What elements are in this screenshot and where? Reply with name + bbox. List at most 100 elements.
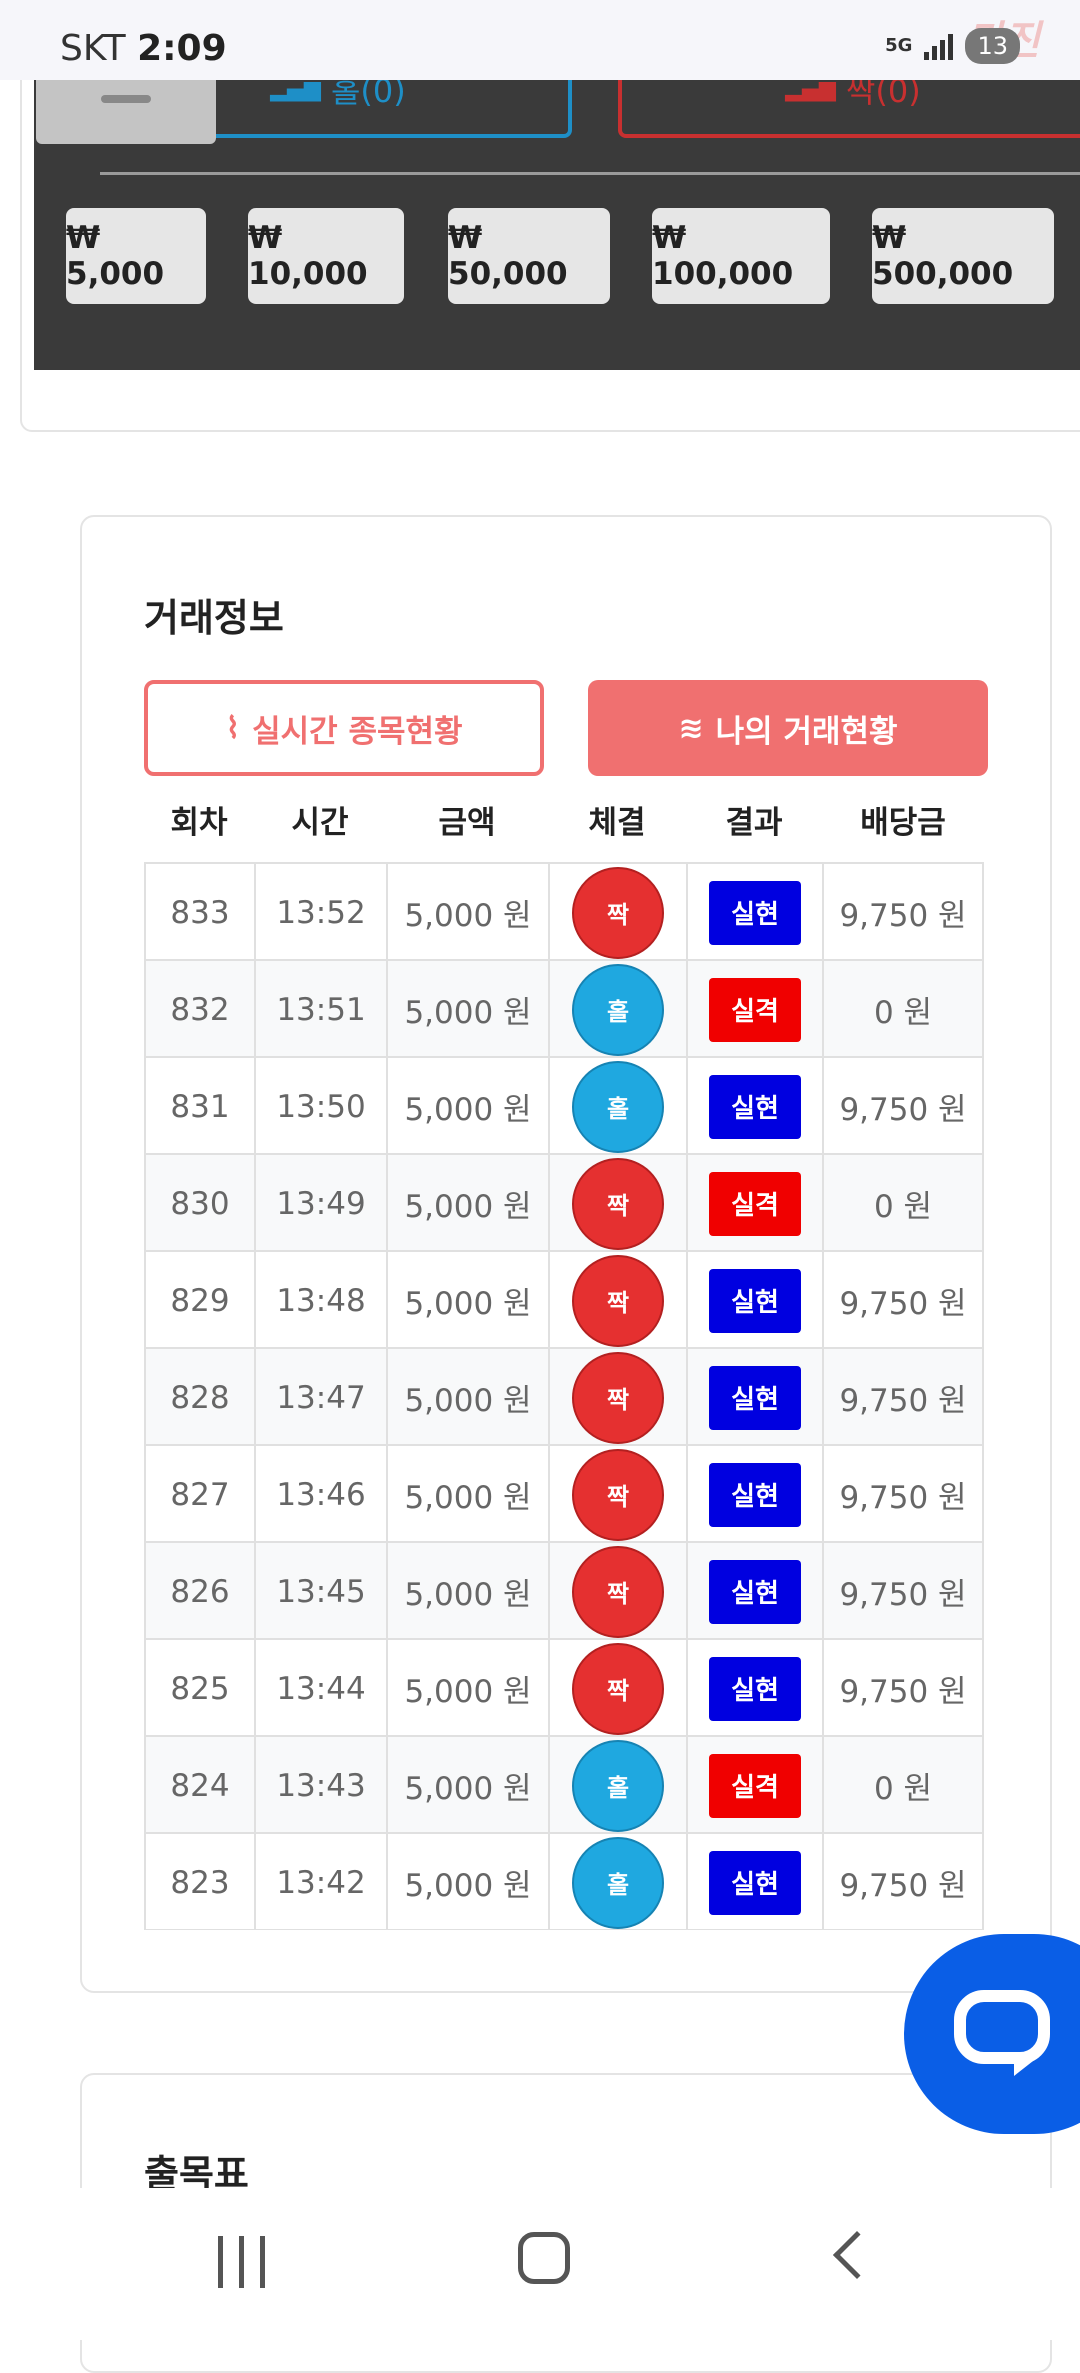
cell-text: 13:52 bbox=[276, 894, 366, 931]
cell-amount: 5,000 원 bbox=[386, 1640, 548, 1737]
column-header: 배당금 bbox=[860, 805, 946, 841]
cell-text: 5,000 원 bbox=[404, 995, 532, 1031]
cell-result: 실현 bbox=[686, 1446, 822, 1543]
cell-amount: 5,000 원 bbox=[386, 1446, 548, 1543]
result-badge: 실현 bbox=[709, 1462, 801, 1527]
cell-round: 832 bbox=[144, 961, 254, 1058]
cell-result: 실현 bbox=[686, 1640, 822, 1737]
result-badge: 실현 bbox=[709, 1850, 801, 1915]
cell-text: 5,000 원 bbox=[404, 1577, 532, 1613]
tab-mine-label: 나의 거래현황 bbox=[715, 713, 898, 750]
clock: 2:09 bbox=[137, 28, 227, 69]
cell-text: 13:48 bbox=[276, 1282, 366, 1319]
cell-text: 5,000 원 bbox=[404, 1383, 532, 1419]
result-badge: 실현 bbox=[709, 880, 801, 945]
cell-text: 827 bbox=[170, 1476, 230, 1513]
cell-text: 823 bbox=[170, 1864, 230, 1901]
cell-result: 실현 bbox=[686, 1349, 822, 1446]
recent-apps-button[interactable] bbox=[218, 2236, 265, 2288]
tab-my-trades[interactable]: ≋ 나의 거래현황 bbox=[588, 680, 988, 776]
cell-result: 실격 bbox=[686, 961, 822, 1058]
cell-text: 9,750 원 bbox=[839, 1868, 967, 1904]
cell-text: 830 bbox=[170, 1185, 230, 1222]
navigation-bar bbox=[0, 2188, 1080, 2340]
column-header: 회차 bbox=[170, 805, 228, 841]
cell-amount: 5,000 원 bbox=[386, 1834, 548, 1930]
cell-text: 0 원 bbox=[873, 1771, 933, 1807]
cell-round: 826 bbox=[144, 1543, 254, 1640]
pick-ball: 짝 bbox=[572, 1157, 664, 1250]
divider bbox=[100, 172, 1080, 175]
cell-text: 13:44 bbox=[276, 1670, 366, 1707]
back-button[interactable] bbox=[832, 2230, 882, 2280]
cell-pick: 홀 bbox=[548, 1737, 686, 1834]
status-icons: 5G 13 bbox=[885, 28, 1020, 64]
cell-text: 833 bbox=[170, 894, 230, 931]
amount-button-100000[interactable]: ₩ 100,000 bbox=[652, 208, 830, 304]
table-row: 833 13:52 5,000 원 짝 실현 9,750 원 bbox=[144, 862, 984, 961]
cell-result: 실격 bbox=[686, 1155, 822, 1252]
cell-text: 13:50 bbox=[276, 1088, 366, 1125]
cell-text: 5,000 원 bbox=[404, 1286, 532, 1322]
chat-icon bbox=[954, 1990, 1050, 2064]
cell-time: 13:49 bbox=[254, 1155, 386, 1252]
column-header: 체결 bbox=[588, 805, 646, 841]
amount-button-10000[interactable]: ₩ 10,000 bbox=[248, 208, 404, 304]
cell-amount: 5,000 원 bbox=[386, 961, 548, 1058]
cell-time: 13:46 bbox=[254, 1446, 386, 1543]
cell-text: 0 원 bbox=[873, 995, 933, 1031]
tab-live-status[interactable]: ⌇ 실시간 종목현황 bbox=[144, 680, 544, 776]
amount-button-50000[interactable]: ₩ 50,000 bbox=[448, 208, 610, 304]
battery-icon: 13 bbox=[965, 28, 1020, 64]
cell-text: 826 bbox=[170, 1573, 230, 1610]
tab-live-label: 실시간 종목현황 bbox=[252, 713, 463, 750]
table-row: 830 13:49 5,000 원 짝 실격 0 원 bbox=[144, 1153, 984, 1252]
cell-text: 13:51 bbox=[276, 991, 366, 1028]
table-header: 회차 시간 금액 체결 결과 배당금 bbox=[144, 797, 984, 857]
table-row: 823 13:42 5,000 원 홀 실현 9,750 원 bbox=[144, 1832, 984, 1930]
trade-table-body[interactable]: 833 13:52 5,000 원 짝 실현 9,750 원 832 13:51 5,000 원… bbox=[144, 862, 984, 1930]
result-badge: 실격 bbox=[709, 1753, 801, 1818]
cell-text: 13:43 bbox=[276, 1767, 366, 1804]
amount-button-500000[interactable]: ₩ 500,000 bbox=[872, 208, 1054, 304]
cell-text: 831 bbox=[170, 1088, 230, 1125]
cell-amount: 5,000 원 bbox=[386, 1155, 548, 1252]
cell-text: 9,750 원 bbox=[839, 1674, 967, 1710]
cell-text: 5,000 원 bbox=[404, 1092, 532, 1128]
pick-ball: 홀 bbox=[572, 1060, 664, 1153]
cell-pick: 짝 bbox=[548, 1155, 686, 1252]
table-row: 828 13:47 5,000 원 짝 실현 9,750 원 bbox=[144, 1347, 984, 1446]
cell-text: 5,000 원 bbox=[404, 1771, 532, 1807]
cell-result: 실현 bbox=[686, 1543, 822, 1640]
cell-text: 824 bbox=[170, 1767, 230, 1804]
cell-round: 833 bbox=[144, 864, 254, 961]
cell-time: 13:51 bbox=[254, 961, 386, 1058]
cell-pick: 짝 bbox=[548, 1446, 686, 1543]
cell-text: 9,750 원 bbox=[839, 898, 967, 934]
amount-button-5000[interactable]: ₩ 5,000 bbox=[66, 208, 206, 304]
table-row: 832 13:51 5,000 원 홀 실격 0 원 bbox=[144, 959, 984, 1058]
cell-pick: 짝 bbox=[548, 1640, 686, 1737]
cell-text: 13:42 bbox=[276, 1864, 366, 1901]
cell-payout: 0 원 bbox=[822, 961, 984, 1058]
signal-icon bbox=[924, 32, 954, 60]
section-title: 거래정보 bbox=[144, 596, 284, 640]
cell-payout: 9,750 원 bbox=[822, 1640, 984, 1737]
cell-pick: 홀 bbox=[548, 1058, 686, 1155]
home-button[interactable] bbox=[518, 2232, 570, 2284]
table-row: 짝 bbox=[144, 1929, 984, 1930]
pulse-icon: ⌇ bbox=[225, 710, 241, 746]
cell-time: 13:47 bbox=[254, 1349, 386, 1446]
cell-text: 828 bbox=[170, 1379, 230, 1416]
cell-text: 5,000 원 bbox=[404, 898, 532, 934]
trade-info-card: 거래정보 ⌇ 실시간 종목현황 ≋ 나의 거래현황 회차 시간 금액 체결 결과… bbox=[80, 515, 1052, 1993]
cell-text: 9,750 원 bbox=[839, 1092, 967, 1128]
cell-time: 13:50 bbox=[254, 1058, 386, 1155]
cell-round: 830 bbox=[144, 1155, 254, 1252]
cell-payout: 9,750 원 bbox=[822, 1349, 984, 1446]
carrier-name: SKT bbox=[60, 28, 126, 69]
result-badge: 실현 bbox=[709, 1559, 801, 1624]
cell-text: 9,750 원 bbox=[839, 1383, 967, 1419]
cell-result: 실현 bbox=[686, 864, 822, 961]
table-row: 825 13:44 5,000 원 짝 실현 9,750 원 bbox=[144, 1638, 984, 1737]
